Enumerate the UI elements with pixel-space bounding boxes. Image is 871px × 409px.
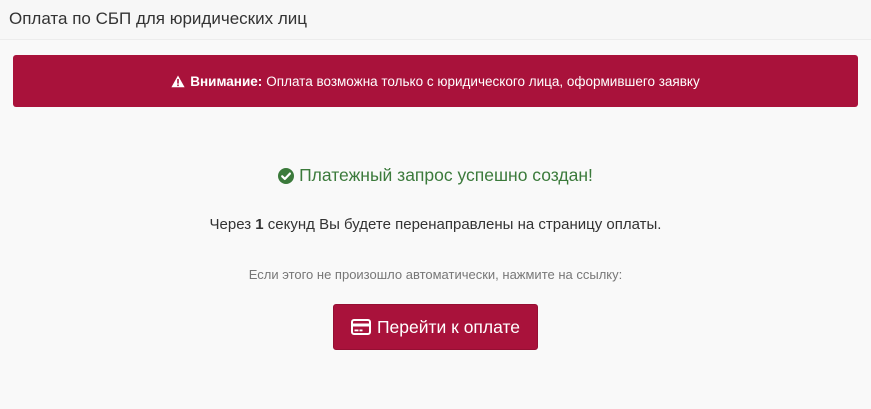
credit-card-icon bbox=[350, 319, 371, 335]
warning-icon bbox=[171, 75, 185, 88]
go-to-payment-button[interactable]: Перейти к оплате bbox=[333, 304, 538, 350]
pay-button-label: Перейти к оплате bbox=[376, 316, 521, 337]
success-text: Платежный запрос успешно создан! bbox=[299, 165, 593, 185]
redirect-message: Через 1 секунд Вы будете перенаправлены … bbox=[13, 216, 858, 233]
redirect-suffix: секунд Вы будете перенаправлены на стран… bbox=[267, 216, 662, 233]
redirect-seconds: 1 bbox=[255, 216, 264, 233]
hint-text: Если этого не произошло автоматически, н… bbox=[248, 267, 623, 282]
check-circle-icon bbox=[278, 167, 295, 184]
page-header: Оплата по СБП для юридических лиц bbox=[0, 0, 871, 40]
page-title: Оплата по СБП для юридических лиц bbox=[9, 9, 307, 28]
warning-alert: Внимание: Оплата возможна только с юриди… bbox=[13, 55, 858, 107]
main-content: Внимание: Оплата возможна только с юриди… bbox=[0, 40, 871, 350]
alert-text: Оплата возможна только с юридического ли… bbox=[266, 73, 700, 89]
redirect-prefix: Через bbox=[209, 216, 252, 233]
success-message: Платежный запрос успешно создан! bbox=[13, 165, 858, 186]
pay-button-wrap: Перейти к оплате bbox=[13, 304, 858, 350]
alert-strong-label: Внимание: bbox=[190, 73, 263, 89]
